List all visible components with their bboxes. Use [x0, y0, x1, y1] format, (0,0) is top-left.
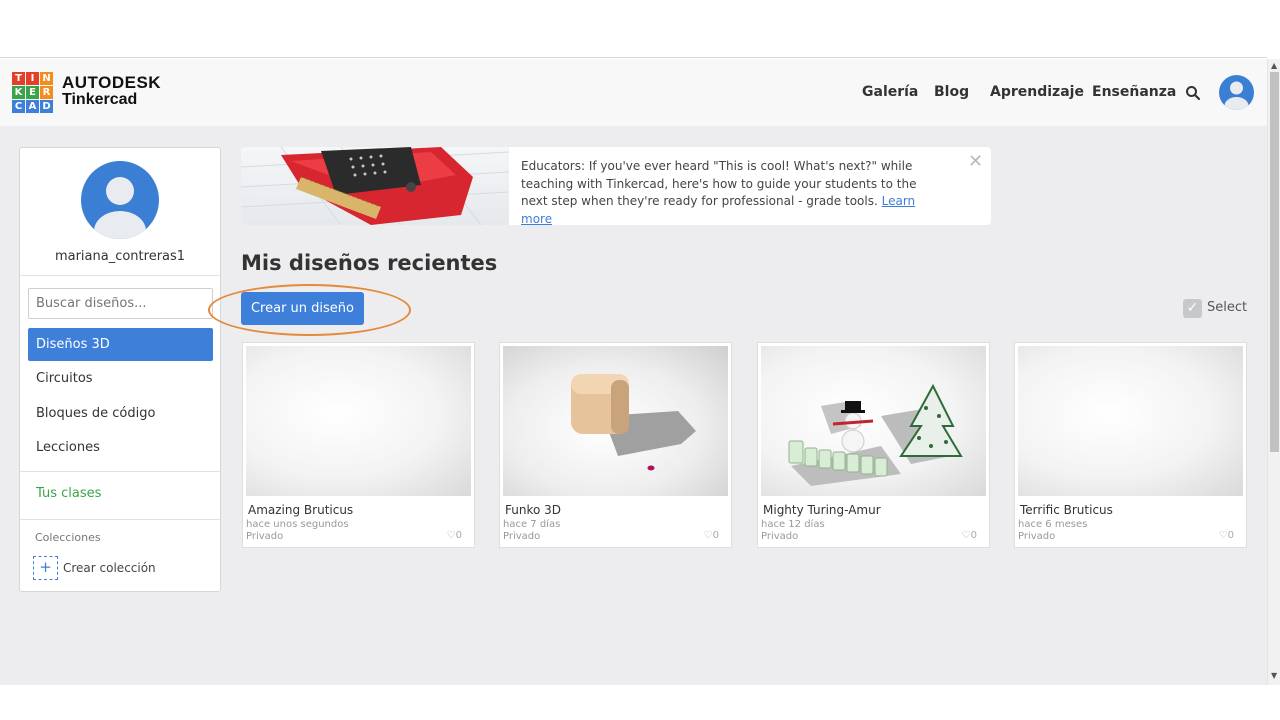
vertical-scrollbar[interactable]: ▲ ▼ — [1267, 59, 1280, 685]
menu-item-bloques-de-codigo[interactable]: Bloques de código — [28, 397, 213, 430]
brand-autodesk: AUTODESK — [62, 73, 162, 92]
your-classes-link[interactable]: Tus clases — [36, 486, 101, 501]
menu-item-disenos-3d[interactable]: Diseños 3D — [28, 328, 213, 361]
nav-blog[interactable]: Blog — [934, 84, 969, 100]
design-timestamp: hace 7 días — [503, 519, 561, 530]
logo-tile: T — [12, 72, 25, 85]
heart-icon[interactable]: ♡0 — [1219, 530, 1234, 541]
design-card[interactable]: Terrific Bruticus hace 6 meses Privado ♡… — [1014, 342, 1247, 548]
scroll-thumb[interactable] — [1270, 72, 1279, 452]
sidebar: mariana_contreras1 Diseños 3D Circuitos … — [19, 147, 221, 592]
design-title[interactable]: Mighty Turing-Amur — [763, 503, 881, 517]
logo-tile: I — [26, 72, 39, 85]
design-title[interactable]: Terrific Bruticus — [1020, 503, 1113, 517]
banner-message: Educators: If you've ever heard "This is… — [521, 158, 931, 225]
logo-tile: R — [40, 86, 53, 99]
design-thumbnail[interactable] — [761, 346, 986, 496]
logo-tile: E — [26, 86, 39, 99]
divider — [20, 275, 220, 276]
brand-tinkercad: Tinkercad — [62, 91, 138, 108]
logo-tile: C — [12, 100, 25, 113]
logo-tile: K — [12, 86, 25, 99]
create-design-button[interactable]: Crear un diseño — [241, 292, 364, 325]
nav-aprendizaje[interactable]: Aprendizaje — [990, 84, 1084, 100]
design-card[interactable]: Funko 3D hace 7 días Privado ♡0 — [499, 342, 732, 548]
logo-tile: A — [26, 100, 39, 113]
divider — [20, 519, 220, 520]
select-checkbox-icon[interactable]: ✓ — [1183, 299, 1202, 318]
nav-galeria[interactable]: Galería — [862, 84, 918, 100]
heart-icon[interactable]: ♡0 — [704, 530, 719, 541]
search-icon[interactable] — [1185, 85, 1201, 101]
design-card[interactable]: Mighty Turing-Amur hace 12 días Privado … — [757, 342, 990, 548]
brand-name[interactable]: AUTODESK Tinkercad — [62, 74, 161, 108]
logo-tile: D — [40, 100, 53, 113]
collections-heading: Colecciones — [35, 531, 101, 544]
microbit-banner-image — [241, 147, 509, 225]
design-thumbnail[interactable] — [1018, 346, 1243, 496]
logo-tile: N — [40, 72, 53, 85]
menu-item-lecciones[interactable]: Lecciones — [28, 431, 213, 464]
user-avatar-icon[interactable] — [1219, 75, 1254, 110]
plus-icon[interactable]: + — [33, 556, 58, 580]
menu-item-circuitos[interactable]: Circuitos — [28, 362, 213, 395]
design-title[interactable]: Amazing Bruticus — [248, 503, 353, 517]
design-privacy: Privado — [761, 531, 799, 542]
close-icon[interactable]: ✕ — [968, 151, 983, 172]
educator-banner: Educators: If you've ever heard "This is… — [241, 147, 991, 225]
design-timestamp: hace 12 días — [761, 519, 825, 530]
bottom-blank-band — [0, 685, 1280, 720]
heart-icon[interactable]: ♡0 — [962, 530, 977, 541]
scroll-up-arrow-icon[interactable]: ▲ — [1271, 61, 1277, 70]
design-privacy: Privado — [503, 531, 541, 542]
design-thumbnail[interactable] — [503, 346, 728, 496]
design-privacy: Privado — [1018, 531, 1056, 542]
profile-avatar-icon[interactable] — [81, 161, 159, 239]
design-title[interactable]: Funko 3D — [505, 503, 561, 517]
top-navigation-bar: TIN KER CAD AUTODESK Tinkercad Galería Blo… — [0, 59, 1267, 126]
design-thumbnail[interactable] — [246, 346, 471, 496]
scroll-down-arrow-icon[interactable]: ▼ — [1271, 671, 1277, 680]
heart-icon[interactable]: ♡0 — [447, 530, 462, 541]
nav-ensenanza[interactable]: Enseñanza — [1092, 84, 1176, 100]
divider — [20, 471, 220, 472]
tinkercad-logo[interactable]: TIN KER CAD — [12, 72, 53, 113]
banner-text: Educators: If you've ever heard "This is… — [521, 159, 917, 208]
search-designs-input[interactable] — [28, 288, 213, 319]
design-timestamp: hace unos segundos — [246, 519, 349, 530]
tinkercad-app: TIN KER CAD AUTODESK Tinkercad Galería Blo… — [0, 59, 1267, 685]
select-label[interactable]: Select — [1207, 300, 1247, 315]
create-collection-link[interactable]: Crear colección — [63, 561, 156, 575]
page-title: Mis diseños recientes — [241, 251, 498, 275]
browser-top-band — [0, 0, 1267, 58]
design-timestamp: hace 6 meses — [1018, 519, 1088, 530]
profile-username[interactable]: mariana_contreras1 — [20, 249, 220, 264]
design-privacy: Privado — [246, 531, 284, 542]
design-card[interactable]: Amazing Bruticus hace unos segundos Priv… — [242, 342, 475, 548]
